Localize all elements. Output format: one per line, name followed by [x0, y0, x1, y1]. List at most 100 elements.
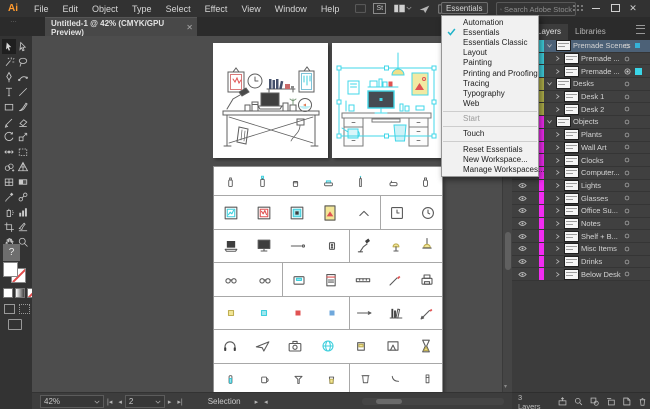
vial-icon[interactable]: [344, 173, 377, 190]
line-segment-tool[interactable]: [16, 84, 30, 99]
layer-row[interactable]: Notes: [512, 217, 650, 231]
share-icon[interactable]: [418, 3, 431, 14]
layer-name[interactable]: Premade ...: [581, 54, 620, 63]
selection-chip[interactable]: [635, 67, 642, 75]
menu-file[interactable]: File: [27, 4, 56, 14]
target-circle-icon[interactable]: [623, 42, 631, 50]
pencil-r-icon[interactable]: [412, 303, 443, 323]
scale-tool[interactable]: [16, 129, 30, 144]
menu-effect[interactable]: Effect: [198, 4, 235, 14]
layer-name[interactable]: Wall Art: [581, 143, 607, 152]
mug-icon[interactable]: [248, 370, 282, 387]
bridge-icon[interactable]: [354, 3, 367, 14]
free-transform-tool[interactable]: [16, 144, 30, 159]
icon-library-panel[interactable]: [213, 166, 443, 394]
artboard-tool[interactable]: [2, 219, 16, 234]
visibility-eye-icon[interactable]: [516, 271, 528, 278]
artboard-2-desk-scene-selected[interactable]: [332, 43, 441, 158]
workspace-menu-item[interactable]: Essentials: [442, 27, 538, 37]
layer-row[interactable]: Glasses: [512, 192, 650, 205]
expand-chevron-icon[interactable]: [554, 271, 561, 278]
expand-chevron-icon[interactable]: [554, 233, 561, 240]
menu-view[interactable]: View: [234, 4, 267, 14]
layer-name[interactable]: Misc Items: [581, 244, 617, 253]
hourglass-icon[interactable]: [409, 336, 442, 356]
laptop-icon[interactable]: [214, 236, 248, 256]
maximize-button[interactable]: [608, 0, 622, 16]
gradient-button[interactable]: [15, 288, 25, 298]
layer-thumbnail[interactable]: [564, 217, 579, 229]
clipping-mask-icon[interactable]: [589, 396, 600, 407]
layer-thumbnail[interactable]: [564, 243, 579, 255]
stock-icon[interactable]: St: [373, 3, 387, 14]
bottle-c-icon[interactable]: [214, 370, 248, 387]
layer-name[interactable]: Glasses: [581, 194, 608, 203]
target-circle-icon[interactable]: [623, 181, 631, 189]
workspace-menu-item[interactable]: Layout: [442, 48, 538, 58]
screen-mode-icon[interactable]: [8, 319, 22, 330]
workspace-menu-item[interactable]: New Workspace...: [442, 154, 538, 164]
expand-chevron-icon[interactable]: [554, 195, 561, 202]
blend-tool[interactable]: [16, 189, 30, 204]
card-y-icon[interactable]: [344, 336, 377, 356]
tray2-icon[interactable]: [377, 173, 410, 190]
target-circle-icon[interactable]: [623, 93, 631, 101]
layer-name[interactable]: Premade ...: [581, 67, 620, 76]
globe-icon[interactable]: [312, 336, 345, 356]
curve-icon[interactable]: [381, 370, 412, 387]
workspace-menu-item[interactable]: Painting: [442, 58, 538, 68]
expand-chevron-icon[interactable]: [554, 169, 561, 176]
target-circle-icon[interactable]: [623, 118, 631, 126]
target-circle-icon[interactable]: [623, 80, 631, 88]
target-circle-icon[interactable]: [623, 232, 631, 240]
column-graph-tool[interactable]: [16, 204, 30, 219]
frame-t-icon[interactable]: [281, 203, 314, 223]
eyedropper-tool[interactable]: [2, 189, 16, 204]
panel-tab-libraries[interactable]: Libraries: [568, 24, 613, 40]
layer-thumbnail[interactable]: [564, 91, 579, 103]
layer-thumbnail[interactable]: [556, 116, 571, 128]
expand-chevron-icon[interactable]: [554, 93, 561, 100]
menu-window[interactable]: Window: [268, 4, 314, 14]
layer-thumbnail[interactable]: [564, 65, 579, 77]
picture-icon[interactable]: [314, 203, 347, 223]
pencil-tool[interactable]: [2, 114, 16, 129]
outlet-icon[interactable]: [315, 236, 349, 256]
layer-name[interactable]: Plants: [581, 130, 602, 139]
funnel-icon[interactable]: [281, 370, 315, 387]
notepad-icon[interactable]: [315, 270, 347, 290]
expand-chevron-icon[interactable]: [554, 245, 561, 252]
selection-chip[interactable]: [635, 43, 640, 49]
workspace-menu-item[interactable]: Web: [442, 99, 538, 109]
workspace-menu-item[interactable]: Essentials Classic: [442, 37, 538, 47]
arrange-documents-icon[interactable]: [392, 3, 412, 14]
target-circle-icon[interactable]: [623, 169, 631, 177]
close-button[interactable]: ✕: [626, 0, 640, 16]
selection-tool[interactable]: [2, 39, 16, 54]
expand-chevron-icon[interactable]: [554, 220, 561, 227]
workspace-menu-item[interactable]: Automation: [442, 17, 538, 27]
artboard-1-desk-scene[interactable]: [213, 43, 328, 158]
fill-swatch[interactable]: [3, 262, 18, 277]
magic-wand-tool[interactable]: [2, 54, 16, 69]
scroll-down-icon[interactable]: ▾: [504, 383, 507, 390]
layer-name[interactable]: Computer...: [581, 168, 620, 177]
layer-thumbnail[interactable]: [564, 205, 579, 217]
layer-row[interactable]: Lights: [512, 179, 650, 193]
status-play-icon[interactable]: ▸: [255, 398, 259, 406]
new-layer-icon[interactable]: [621, 396, 632, 407]
battery-icon[interactable]: [412, 370, 443, 387]
workspace-menu-item[interactable]: Printing and Proofing: [442, 68, 538, 78]
target-circle-icon[interactable]: [623, 219, 631, 227]
rectangle-tool[interactable]: [2, 99, 16, 114]
menu-object[interactable]: Object: [85, 4, 125, 14]
expand-chevron-icon[interactable]: [554, 55, 561, 62]
expand-chevron-icon[interactable]: [546, 80, 553, 87]
delete-layer-icon[interactable]: [637, 396, 648, 407]
expand-chevron-icon[interactable]: [554, 182, 561, 189]
target-circle-icon[interactable]: [623, 143, 631, 151]
layer-thumbnail[interactable]: [564, 129, 579, 141]
layer-row[interactable]: Misc Items: [512, 243, 650, 256]
menu-help[interactable]: Help: [314, 4, 347, 14]
workspace-menu-item[interactable]: Reset Essentials: [442, 144, 538, 154]
